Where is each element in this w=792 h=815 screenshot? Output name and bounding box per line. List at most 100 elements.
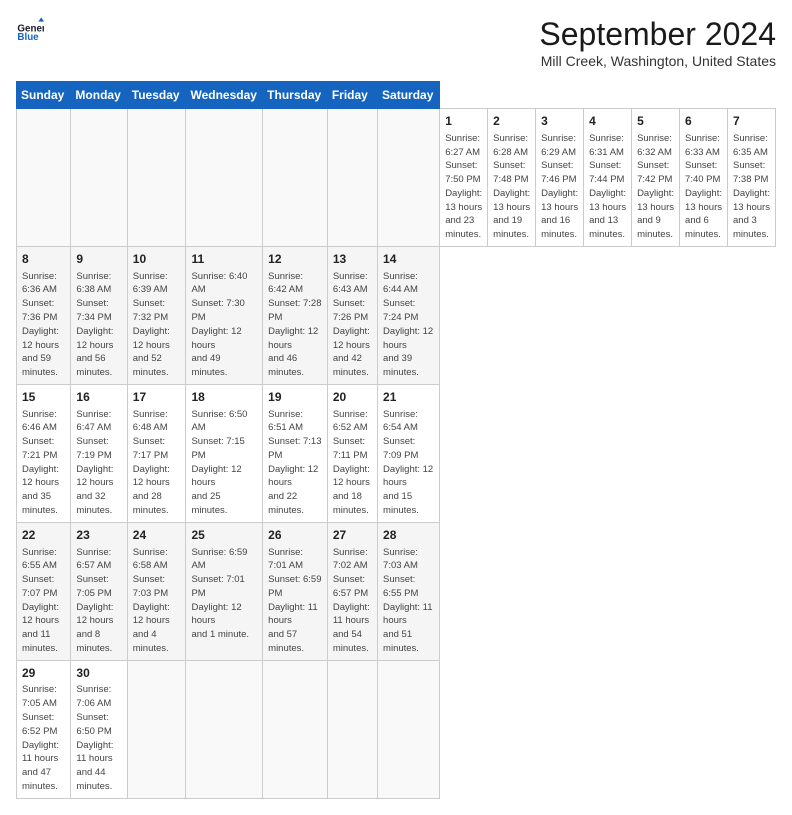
table-row: 23Sunrise: 6:57 AMSunset: 7:05 PMDayligh… xyxy=(71,522,127,660)
day-info: Sunrise: 7:05 AMSunset: 6:52 PMDaylight:… xyxy=(22,683,65,793)
table-row: 16Sunrise: 6:47 AMSunset: 7:19 PMDayligh… xyxy=(71,384,127,522)
day-info: Sunrise: 6:51 AMSunset: 7:13 PMDaylight:… xyxy=(268,408,322,518)
table-row: 2 Sunrise: 6:28 AMSunset: 7:48 PMDaylight… xyxy=(488,109,536,247)
day-info: Sunrise: 6:29 AMSunset: 7:46 PMDaylight:… xyxy=(541,132,578,242)
day-number: 10 xyxy=(133,251,181,268)
day-info: Sunrise: 6:55 AMSunset: 7:07 PMDaylight:… xyxy=(22,546,65,656)
day-info: Sunrise: 6:39 AMSunset: 7:32 PMDaylight:… xyxy=(133,270,181,380)
table-row: 30Sunrise: 7:06 AMSunset: 6:50 PMDayligh… xyxy=(71,660,127,798)
day-number: 22 xyxy=(22,527,65,544)
day-info: Sunrise: 6:35 AMSunset: 7:38 PMDaylight:… xyxy=(733,132,770,242)
day-info: Sunrise: 7:01 AMSunset: 6:59 PMDaylight:… xyxy=(268,546,322,656)
table-row: 17 Sunrise: 6:48 AMSunset: 7:17 PMDayligh… xyxy=(127,384,186,522)
table-row xyxy=(71,109,127,247)
title-area: September 2024 Mill Creek, Washington, U… xyxy=(539,16,776,69)
table-row xyxy=(327,660,377,798)
table-row: 15 Sunrise: 6:46 AMSunset: 7:21 PMDayligh… xyxy=(17,384,71,522)
col-saturday: Saturday xyxy=(378,82,440,109)
day-info: Sunrise: 6:58 AMSunset: 7:03 PMDaylight:… xyxy=(133,546,181,656)
calendar-week-row: 15 Sunrise: 6:46 AMSunset: 7:21 PMDayligh… xyxy=(17,384,776,522)
day-info: Sunrise: 6:32 AMSunset: 7:42 PMDaylight:… xyxy=(637,132,674,242)
table-row xyxy=(263,660,328,798)
table-row: 24Sunrise: 6:58 AMSunset: 7:03 PMDayligh… xyxy=(127,522,186,660)
calendar-week-row: 29Sunrise: 7:05 AMSunset: 6:52 PMDayligh… xyxy=(17,660,776,798)
day-info: Sunrise: 6:59 AMSunset: 7:01 PMDaylight:… xyxy=(191,546,257,642)
day-number: 21 xyxy=(383,389,434,406)
calendar-table: Sunday Monday Tuesday Wednesday Thursday… xyxy=(16,81,776,799)
day-number: 29 xyxy=(22,665,65,682)
day-number: 6 xyxy=(685,113,722,130)
day-info: Sunrise: 6:48 AMSunset: 7:17 PMDaylight:… xyxy=(133,408,181,518)
table-row xyxy=(186,109,263,247)
table-row: 3Sunrise: 6:29 AMSunset: 7:46 PMDaylight… xyxy=(536,109,584,247)
col-friday: Friday xyxy=(327,82,377,109)
table-row: 7Sunrise: 6:35 AMSunset: 7:38 PMDaylight… xyxy=(728,109,776,247)
table-row: 19 Sunrise: 6:51 AMSunset: 7:13 PMDayligh… xyxy=(263,384,328,522)
day-info: Sunrise: 6:50 AMSunset: 7:15 PMDaylight:… xyxy=(191,408,257,518)
day-info: Sunrise: 6:44 AMSunset: 7:24 PMDaylight:… xyxy=(383,270,434,380)
day-info: Sunrise: 6:47 AMSunset: 7:19 PMDaylight:… xyxy=(76,408,121,518)
day-number: 25 xyxy=(191,527,257,544)
day-number: 19 xyxy=(268,389,322,406)
day-info: Sunrise: 6:31 AMSunset: 7:44 PMDaylight:… xyxy=(589,132,626,242)
table-row: 26 Sunrise: 7:01 AMSunset: 6:59 PMDayligh… xyxy=(263,522,328,660)
day-info: Sunrise: 7:06 AMSunset: 6:50 PMDaylight:… xyxy=(76,683,121,793)
col-wednesday: Wednesday xyxy=(186,82,263,109)
table-row: 8 Sunrise: 6:36 AMSunset: 7:36 PMDaylight… xyxy=(17,246,71,384)
day-info: Sunrise: 7:03 AMSunset: 6:55 PMDaylight:… xyxy=(383,546,434,656)
day-number: 13 xyxy=(333,251,372,268)
day-number: 20 xyxy=(333,389,372,406)
table-row: 1Sunrise: 6:27 AMSunset: 7:50 PMDaylight… xyxy=(440,109,488,247)
day-info: Sunrise: 6:40 AMSunset: 7:30 PMDaylight:… xyxy=(191,270,257,380)
day-number: 17 xyxy=(133,389,181,406)
calendar-week-row: 1Sunrise: 6:27 AMSunset: 7:50 PMDaylight… xyxy=(17,109,776,247)
day-info: Sunrise: 6:28 AMSunset: 7:48 PMDaylight:… xyxy=(493,132,530,242)
table-row: 27Sunrise: 7:02 AMSunset: 6:57 PMDayligh… xyxy=(327,522,377,660)
day-info: Sunrise: 6:54 AMSunset: 7:09 PMDaylight:… xyxy=(383,408,434,518)
table-row xyxy=(378,660,440,798)
table-row: 11 Sunrise: 6:40 AMSunset: 7:30 PMDayligh… xyxy=(186,246,263,384)
page-header: General Blue September 2024 Mill Creek, … xyxy=(16,16,776,69)
svg-text:Blue: Blue xyxy=(17,32,39,43)
table-row: 4 Sunrise: 6:31 AMSunset: 7:44 PMDaylight… xyxy=(584,109,632,247)
day-number: 5 xyxy=(637,113,674,130)
day-number: 11 xyxy=(191,251,257,268)
table-row: 6 Sunrise: 6:33 AMSunset: 7:40 PMDaylight… xyxy=(680,109,728,247)
day-number: 8 xyxy=(22,251,65,268)
day-info: Sunrise: 6:46 AMSunset: 7:21 PMDaylight:… xyxy=(22,408,65,518)
day-number: 23 xyxy=(76,527,121,544)
table-row: 28Sunrise: 7:03 AMSunset: 6:55 PMDayligh… xyxy=(378,522,440,660)
table-row: 22 Sunrise: 6:55 AMSunset: 7:07 PMDayligh… xyxy=(17,522,71,660)
table-row: 10 Sunrise: 6:39 AMSunset: 7:32 PMDayligh… xyxy=(127,246,186,384)
table-row xyxy=(17,109,71,247)
day-info: Sunrise: 6:27 AMSunset: 7:50 PMDaylight:… xyxy=(445,132,482,242)
day-info: Sunrise: 6:33 AMSunset: 7:40 PMDaylight:… xyxy=(685,132,722,242)
day-number: 18 xyxy=(191,389,257,406)
table-row xyxy=(378,109,440,247)
table-row xyxy=(263,109,328,247)
table-row: 5 Sunrise: 6:32 AMSunset: 7:42 PMDaylight… xyxy=(632,109,680,247)
day-number: 2 xyxy=(493,113,530,130)
calendar-week-row: 8 Sunrise: 6:36 AMSunset: 7:36 PMDaylight… xyxy=(17,246,776,384)
day-number: 30 xyxy=(76,665,121,682)
day-number: 9 xyxy=(76,251,121,268)
table-row xyxy=(127,109,186,247)
table-row: 13 Sunrise: 6:43 AMSunset: 7:26 PMDayligh… xyxy=(327,246,377,384)
table-row: 21 Sunrise: 6:54 AMSunset: 7:09 PMDayligh… xyxy=(378,384,440,522)
table-row xyxy=(327,109,377,247)
location: Mill Creek, Washington, United States xyxy=(539,53,776,69)
table-row: 25 Sunrise: 6:59 AMSunset: 7:01 PMDayligh… xyxy=(186,522,263,660)
day-number: 26 xyxy=(268,527,322,544)
calendar-header-row: Sunday Monday Tuesday Wednesday Thursday… xyxy=(17,82,776,109)
logo: General Blue xyxy=(16,16,44,44)
calendar-week-row: 22 Sunrise: 6:55 AMSunset: 7:07 PMDayligh… xyxy=(17,522,776,660)
col-monday: Monday xyxy=(71,82,127,109)
day-info: Sunrise: 6:43 AMSunset: 7:26 PMDaylight:… xyxy=(333,270,372,380)
day-number: 15 xyxy=(22,389,65,406)
day-number: 4 xyxy=(589,113,626,130)
day-info: Sunrise: 6:42 AMSunset: 7:28 PMDaylight:… xyxy=(268,270,322,380)
table-row: 9Sunrise: 6:38 AMSunset: 7:34 PMDaylight… xyxy=(71,246,127,384)
day-info: Sunrise: 6:52 AMSunset: 7:11 PMDaylight:… xyxy=(333,408,372,518)
day-number: 14 xyxy=(383,251,434,268)
day-info: Sunrise: 6:36 AMSunset: 7:36 PMDaylight:… xyxy=(22,270,65,380)
